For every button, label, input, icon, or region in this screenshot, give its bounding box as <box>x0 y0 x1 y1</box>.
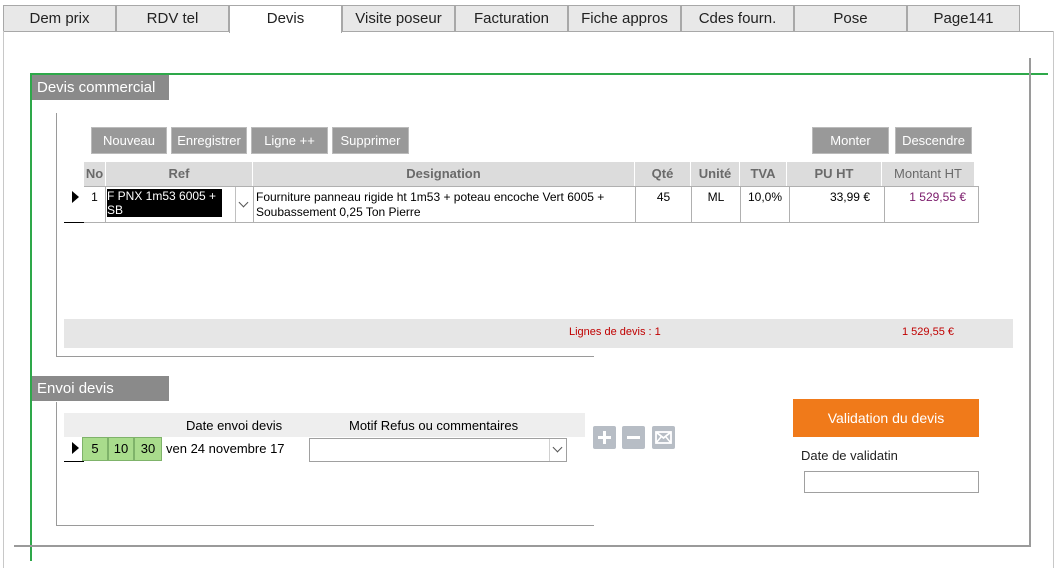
lines-count: Lignes de devis : 1 <box>569 326 661 338</box>
motif-select[interactable] <box>309 438 567 462</box>
envoi-row-selector[interactable] <box>64 437 84 462</box>
date-envoi-value[interactable]: ven 24 novembre 17 <box>166 441 285 456</box>
row-selector[interactable] <box>64 186 84 223</box>
envelope-icon <box>655 431 672 444</box>
row-pointer-icon <box>72 191 79 203</box>
col-unite: Unité <box>691 162 740 186</box>
form-shadow-bottom <box>14 545 1030 547</box>
cell-tva[interactable]: 10,0% <box>741 186 790 223</box>
add-envoi-button[interactable] <box>593 426 616 449</box>
enregistrer-button[interactable]: Enregistrer <box>171 127 247 154</box>
descendre-button[interactable]: Descendre <box>895 127 972 154</box>
tab-bar: Dem prix RDV tel Devis Visite poseur Fac… <box>3 5 1023 33</box>
col-date-envoi: Date envoi devis <box>186 418 283 433</box>
envoi-table-header: Date envoi devis Motif Refus ou commenta… <box>64 413 585 437</box>
ligne-plus-button[interactable]: Ligne ++ <box>251 127 328 154</box>
delay-5-button[interactable]: 5 <box>82 437 108 461</box>
plus-icon-vertical <box>603 431 606 444</box>
form-shadow-right <box>1029 58 1031 547</box>
tab-visite-poseur[interactable]: Visite poseur <box>342 5 455 32</box>
nouveau-button[interactable]: Nouveau <box>91 127 167 154</box>
tab-pose[interactable]: Pose <box>794 5 907 32</box>
cell-unite[interactable]: ML <box>692 186 741 223</box>
col-no: No <box>84 162 106 186</box>
col-pu-ht: PU HT <box>787 162 882 186</box>
form-border-top <box>30 73 1048 75</box>
devis-footer: Lignes de devis : 1 1 529,55 € <box>64 319 1013 348</box>
delay-30-button[interactable]: 30 <box>134 437 162 461</box>
envoi-section-title: Envoi devis <box>32 376 169 401</box>
chevron-down-icon <box>552 442 563 453</box>
col-qte: Qté <box>635 162 691 186</box>
form-border-left <box>30 73 32 561</box>
frame-border-left <box>3 31 4 568</box>
col-designation: Designation <box>253 162 635 186</box>
validation-button[interactable]: Validation du devis <box>793 399 979 437</box>
tab-facturation[interactable]: Facturation <box>455 5 568 32</box>
devis-total: 1 529,55 € <box>902 326 954 338</box>
minus-icon <box>627 436 640 439</box>
cell-pu-ht[interactable]: 33,99 € <box>790 186 885 223</box>
col-montant-ht: Montant HT <box>882 162 975 186</box>
send-email-button[interactable] <box>652 426 675 449</box>
supprimer-button[interactable]: Supprimer <box>332 127 409 154</box>
tab-divider <box>3 31 1054 32</box>
devis-section-title: Devis commercial <box>32 75 169 100</box>
ref-dropdown-toggle[interactable] <box>235 187 253 222</box>
validation-date-field[interactable] <box>804 471 979 493</box>
tab-cdes-fourn[interactable]: Cdes fourn. <box>681 5 794 32</box>
row-pointer-icon <box>72 442 79 454</box>
tab-page141[interactable]: Page141 <box>907 5 1020 32</box>
devis-table-header: No Ref Designation Qté Unité TVA PU HT M… <box>84 162 975 186</box>
cell-no: 1 <box>84 186 106 223</box>
table-row[interactable]: 1 F PNX 1m53 6005 + SB Fourniture pannea… <box>64 186 979 223</box>
cell-montant-ht: 1 529,55 € <box>885 186 979 223</box>
cell-qte[interactable]: 45 <box>636 186 692 223</box>
tab-fiche-appros[interactable]: Fiche appros <box>568 5 681 32</box>
delay-10-button[interactable]: 10 <box>108 437 134 461</box>
col-motif: Motif Refus ou commentaires <box>349 418 519 433</box>
cell-ref[interactable]: F PNX 1m53 6005 + SB <box>106 186 254 223</box>
cell-designation[interactable]: Fourniture panneau rigide ht 1m53 + pote… <box>254 186 636 223</box>
col-tva: TVA <box>740 162 787 186</box>
remove-envoi-button[interactable] <box>622 426 645 449</box>
ref-value[interactable]: F PNX 1m53 6005 + SB <box>107 189 222 217</box>
col-ref: Ref <box>106 162 253 186</box>
tab-dem-prix[interactable]: Dem prix <box>3 5 116 32</box>
validation-date-label: Date de validatin <box>801 448 898 463</box>
monter-button[interactable]: Monter <box>812 127 889 154</box>
tab-devis[interactable]: Devis <box>229 5 342 33</box>
tab-rdv-tel[interactable]: RDV tel <box>116 5 229 32</box>
motif-dropdown-toggle[interactable] <box>549 439 566 461</box>
chevron-down-icon <box>238 197 249 208</box>
